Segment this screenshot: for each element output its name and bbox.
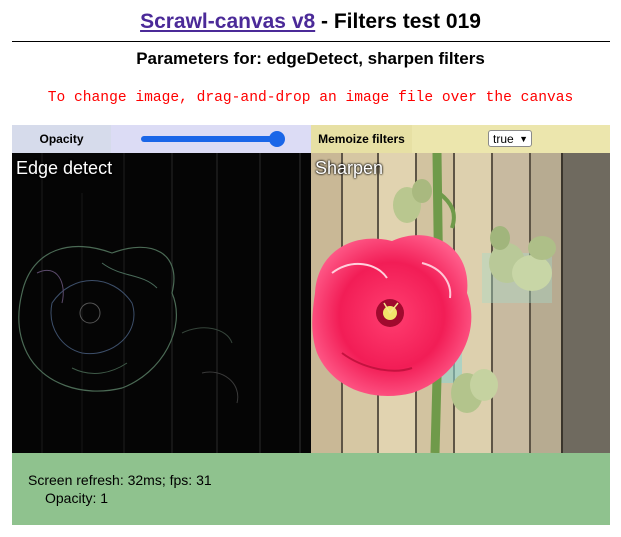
opacity-label: Opacity bbox=[12, 125, 111, 153]
memoize-label: Memoize filters bbox=[311, 125, 412, 153]
chevron-down-icon: ▼ bbox=[519, 134, 528, 144]
opacity-slider-track[interactable] bbox=[141, 136, 277, 142]
refresh-readout: Screen refresh: 32ms; fps: 31 bbox=[28, 472, 212, 488]
sharpen-label: Sharpen bbox=[315, 158, 384, 178]
memoize-control: true ▼ bbox=[412, 125, 610, 153]
scrawl-canvas-link[interactable]: Scrawl-canvas v8 bbox=[140, 10, 315, 33]
canvas-image bbox=[12, 153, 610, 453]
edge-detect-label: Edge detect bbox=[16, 158, 113, 178]
instruction-text: To change image, drag-and-drop an image … bbox=[47, 90, 574, 106]
sharpen-panel bbox=[311, 153, 610, 453]
opacity-control bbox=[111, 125, 311, 153]
edge-detect-panel bbox=[12, 153, 311, 453]
page-subtitle: Parameters for: edgeDetect, sharpen filt… bbox=[136, 49, 485, 68]
memoize-select[interactable]: true ▼ bbox=[488, 130, 532, 147]
controls-bar: Opacity Memoize filters true ▼ bbox=[12, 125, 610, 153]
demo-canvas[interactable]: Edge detect Sharpen bbox=[12, 153, 610, 453]
page-title: Scrawl-canvas v8 - Filters test 019 bbox=[0, 9, 621, 35]
title-divider bbox=[12, 41, 610, 42]
opacity-readout: Opacity: 1 bbox=[45, 490, 109, 506]
status-panel: Screen refresh: 32ms; fps: 31 Opacity: 1 bbox=[12, 453, 610, 525]
page-title-suffix: - Filters test 019 bbox=[315, 10, 481, 33]
memoize-selected-value: true bbox=[493, 132, 514, 146]
opacity-slider-thumb[interactable] bbox=[269, 131, 285, 147]
